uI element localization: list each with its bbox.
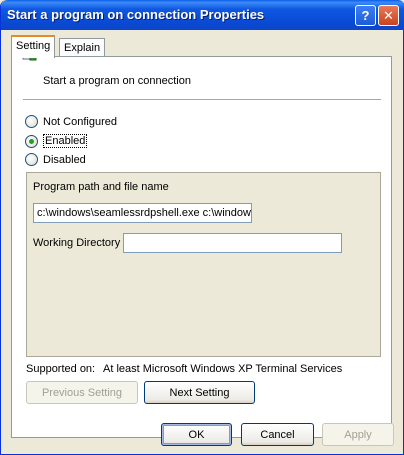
radio-enabled[interactable]: Enabled: [25, 134, 88, 148]
radio-not-configured[interactable]: Not Configured: [25, 115, 117, 128]
supported-on-label: Supported on:: [26, 363, 96, 375]
next-setting-label: Next Setting: [169, 386, 230, 399]
program-path-field[interactable]: c:\windows\seamlessrdpshell.exe c:\windo…: [33, 203, 252, 223]
supported-on-value: At least Microsoft Windows XP Terminal S…: [103, 363, 343, 375]
next-setting-button[interactable]: Next Setting: [144, 381, 255, 404]
options-panel: Program path and file name c:\windows\se…: [26, 172, 381, 357]
cancel-button[interactable]: Cancel: [241, 423, 314, 446]
policy-title: Start a program on connection: [43, 75, 191, 87]
working-directory-field[interactable]: [123, 233, 342, 253]
apply-button[interactable]: Apply: [322, 423, 394, 446]
help-icon: ?: [361, 8, 370, 23]
tab-setting[interactable]: Setting: [11, 35, 56, 58]
tab-explain-label: Explain: [64, 42, 101, 54]
help-button[interactable]: ?: [355, 5, 376, 26]
tab-setting-label: Setting: [16, 40, 51, 52]
working-directory-label: Working Directory: [33, 237, 121, 249]
radio-enabled-control[interactable]: [25, 134, 38, 148]
radio-not-configured-label: Not Configured: [43, 115, 117, 128]
ok-button[interactable]: OK: [161, 423, 232, 446]
previous-setting-label: Previous Setting: [41, 386, 123, 399]
window-title: Start a program on connection Properties: [7, 7, 265, 22]
radio-enabled-label: Enabled: [43, 134, 88, 148]
radio-disabled[interactable]: Disabled: [25, 153, 86, 166]
properties-dialog: Start a program on connection Properties…: [0, 0, 404, 455]
cancel-label: Cancel: [260, 428, 295, 441]
ok-label: OK: [188, 428, 205, 441]
close-button[interactable]: ✕: [378, 5, 399, 26]
radio-disabled-label: Disabled: [43, 153, 86, 166]
close-icon: ✕: [383, 7, 394, 23]
apply-label: Apply: [344, 428, 372, 441]
separator: [23, 99, 381, 101]
previous-setting-button[interactable]: Previous Setting: [26, 381, 138, 404]
radio-disabled-control[interactable]: [25, 153, 38, 166]
tab-explain[interactable]: Explain: [59, 38, 106, 58]
program-path-label: Program path and file name: [33, 181, 169, 193]
title-bar[interactable]: Start a program on connection Properties…: [1, 0, 404, 30]
radio-not-configured-control[interactable]: [25, 115, 38, 128]
